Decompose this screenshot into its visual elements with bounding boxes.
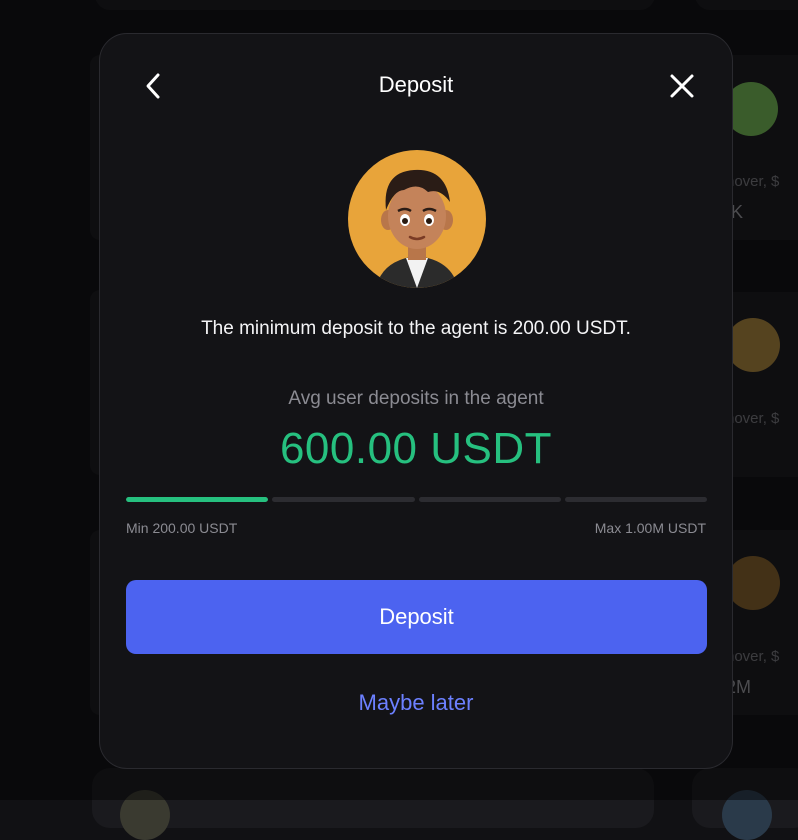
modal-title: Deposit <box>378 72 454 97</box>
progress-segment <box>126 497 269 502</box>
deposit-modal: Deposit The minimum deposit to the agent… <box>99 33 733 769</box>
progress-segment <box>418 497 561 502</box>
range-min-label: Min 200.00 USDT <box>126 520 238 536</box>
agent-avatar <box>348 150 486 288</box>
close-icon[interactable] <box>666 70 698 102</box>
progress-segment <box>564 497 707 502</box>
minimum-deposit-text: The minimum deposit to the agent is 200.… <box>201 318 631 339</box>
avg-deposits-value: 600.00 USDT <box>279 424 553 473</box>
progress-segment <box>272 497 415 502</box>
progress-fill <box>126 497 269 502</box>
range-max-label: Max 1.00M USDT <box>594 520 706 536</box>
avg-deposits-label: Avg user deposits in the agent <box>288 388 544 409</box>
deposit-range-progress <box>126 497 707 503</box>
maybe-later-link[interactable]: Maybe later <box>100 690 732 716</box>
deposit-button[interactable]: Deposit <box>126 580 707 654</box>
